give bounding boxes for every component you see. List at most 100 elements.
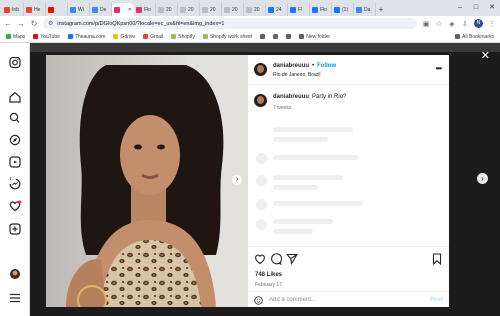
bookmark-label: Theauna.com [74,33,106,40]
bookmark-theauna[interactable]: Theauna.com [67,33,106,40]
browser-tab[interactable]: Fl [288,3,310,16]
post-comment-button[interactable]: Post [430,297,443,303]
tab-favicon-icon [312,6,318,13]
like-heart-icon[interactable] [254,253,266,265]
close-window-icon[interactable]: ✕ [484,0,500,16]
window-controls: – □ ✕ [452,0,500,16]
caption-text: Party in Rio? [312,94,347,100]
close-modal-icon[interactable]: ✕ [481,49,490,62]
tab-label: 20 [166,6,172,13]
caption-age: 7 weeks [273,105,292,111]
bookmark-maps[interactable]: Maps [6,34,25,40]
site-info-icon[interactable]: ⚙ [48,20,53,27]
next-image-arrow-icon[interactable]: › [232,175,242,185]
bookmark-label: YouTube [40,33,60,40]
tab-label: He [34,6,41,13]
bookmark-icon[interactable] [431,253,443,265]
browser-tab[interactable]: 20 [156,3,178,16]
comment-icon[interactable] [270,253,282,265]
browser-tab[interactable]: Inb [2,3,24,16]
star-icon[interactable]: ☆ [435,20,443,28]
reels-icon[interactable] [7,156,23,168]
bookmark-new-folder[interactable]: New folder [299,34,330,40]
profile-avatar[interactable]: N [474,19,483,28]
skeleton-avatar [256,219,267,230]
browser-tab-active[interactable]: ✕ [112,3,134,16]
bookmark-shopify[interactable]: Shopify [171,34,195,40]
address-bar[interactable]: ⚙ instagram.com/p/DGIoQKpsn00/?locale=ec… [43,18,417,29]
browser-tab[interactable]: Wi [68,3,90,16]
author-avatar[interactable] [254,63,267,76]
next-post-arrow-icon[interactable]: › [477,173,488,184]
tab-favicon-icon [202,6,208,13]
browser-tab[interactable]: Flo [134,3,156,16]
forward-icon[interactable]: → [17,19,25,28]
home-icon[interactable] [7,91,23,103]
bookmark-gdrive[interactable]: Gdrive [113,34,135,40]
bookmark-youtube[interactable]: YouTube [33,34,60,40]
tab-favicon-icon [158,6,164,13]
bookmark-favicon-icon [113,34,119,39]
browser-tab[interactable]: 20 [200,3,222,16]
browser-tab[interactable]: He [24,3,46,16]
extensions-icon[interactable]: ◈ [448,20,456,28]
post-date: February 17 [255,282,282,288]
browser-tab[interactable]: (1) [332,3,354,16]
skeleton-line [273,201,363,206]
author-username[interactable]: daniabreuuu [273,63,309,69]
comment-input[interactable] [269,297,424,303]
menu-icon[interactable]: ⋮ [488,20,496,28]
browser-tab[interactable]: 24 [266,3,288,16]
search-icon[interactable] [7,112,23,124]
browser-tab[interactable]: 20 [222,3,244,16]
tab-label: 20 [210,6,216,13]
caption-avatar[interactable] [254,94,267,107]
follow-button[interactable]: Follow [317,63,336,69]
browser-tab[interactable]: Da [354,3,376,16]
profile-avatar-icon[interactable] [7,268,23,280]
browser-tab[interactable]: De [90,3,112,16]
more-options-icon[interactable]: ••• [436,64,442,73]
likes-count[interactable]: 748 Likes [255,272,282,278]
tab-label: Da [364,6,371,13]
tab-favicon-icon [136,6,142,13]
previous-post-arrow-icon[interactable]: ‹ [5,173,16,184]
close-tab-icon[interactable]: ✕ [128,7,132,13]
tab-label: Fl [298,6,303,13]
post-location[interactable]: Rio de Janeiro, Brazil [273,72,321,78]
bookmark-gmail[interactable]: Gmail [143,34,163,40]
new-tab-icon[interactable]: + [376,3,386,16]
feed-background [30,43,500,52]
browser-tab[interactable]: Flo [310,3,332,16]
tab-favicon-icon [268,6,274,13]
browser-toolbar: ← → ↻ ⚙ instagram.com/p/DGIoQKpsn00/?loc… [0,16,500,31]
notifications-heart-icon[interactable] [7,200,23,212]
downloads-icon[interactable]: ⇩ [461,20,469,28]
create-icon[interactable] [7,223,23,235]
cast-icon[interactable]: ▣ [422,20,430,28]
bookmark-shopify-work-sheet[interactable]: Shopify work sheet [202,34,252,40]
explore-icon[interactable] [7,134,23,146]
share-icon[interactable] [286,253,298,265]
skeleton-line [273,137,328,142]
browser-tab[interactable]: 20 [244,3,266,16]
instagram-logo-icon[interactable] [7,57,23,69]
caption-username[interactable]: daniabreuuu [273,94,309,100]
browser-tab[interactable] [46,3,68,16]
minimize-icon[interactable]: – [452,0,468,16]
bookmark-favicon-icon [286,34,292,39]
browser-tab[interactable]: 20 [178,3,200,16]
bookmark-folder[interactable] [286,34,292,39]
reload-icon[interactable]: ↻ [30,19,38,28]
emoji-icon[interactable] [254,295,263,305]
post-photo[interactable]: › [46,55,248,307]
bookmark-folder[interactable] [273,34,279,39]
tab-favicon-icon [4,6,10,13]
more-menu-icon[interactable] [7,292,23,304]
bookmark-folder[interactable] [260,34,266,39]
tab-label: De [100,6,107,13]
tab-label: 20 [188,6,194,13]
all-bookmarks[interactable]: All Bookmarks [455,34,494,40]
back-icon[interactable]: ← [4,19,12,28]
maximize-icon[interactable]: □ [468,0,484,16]
